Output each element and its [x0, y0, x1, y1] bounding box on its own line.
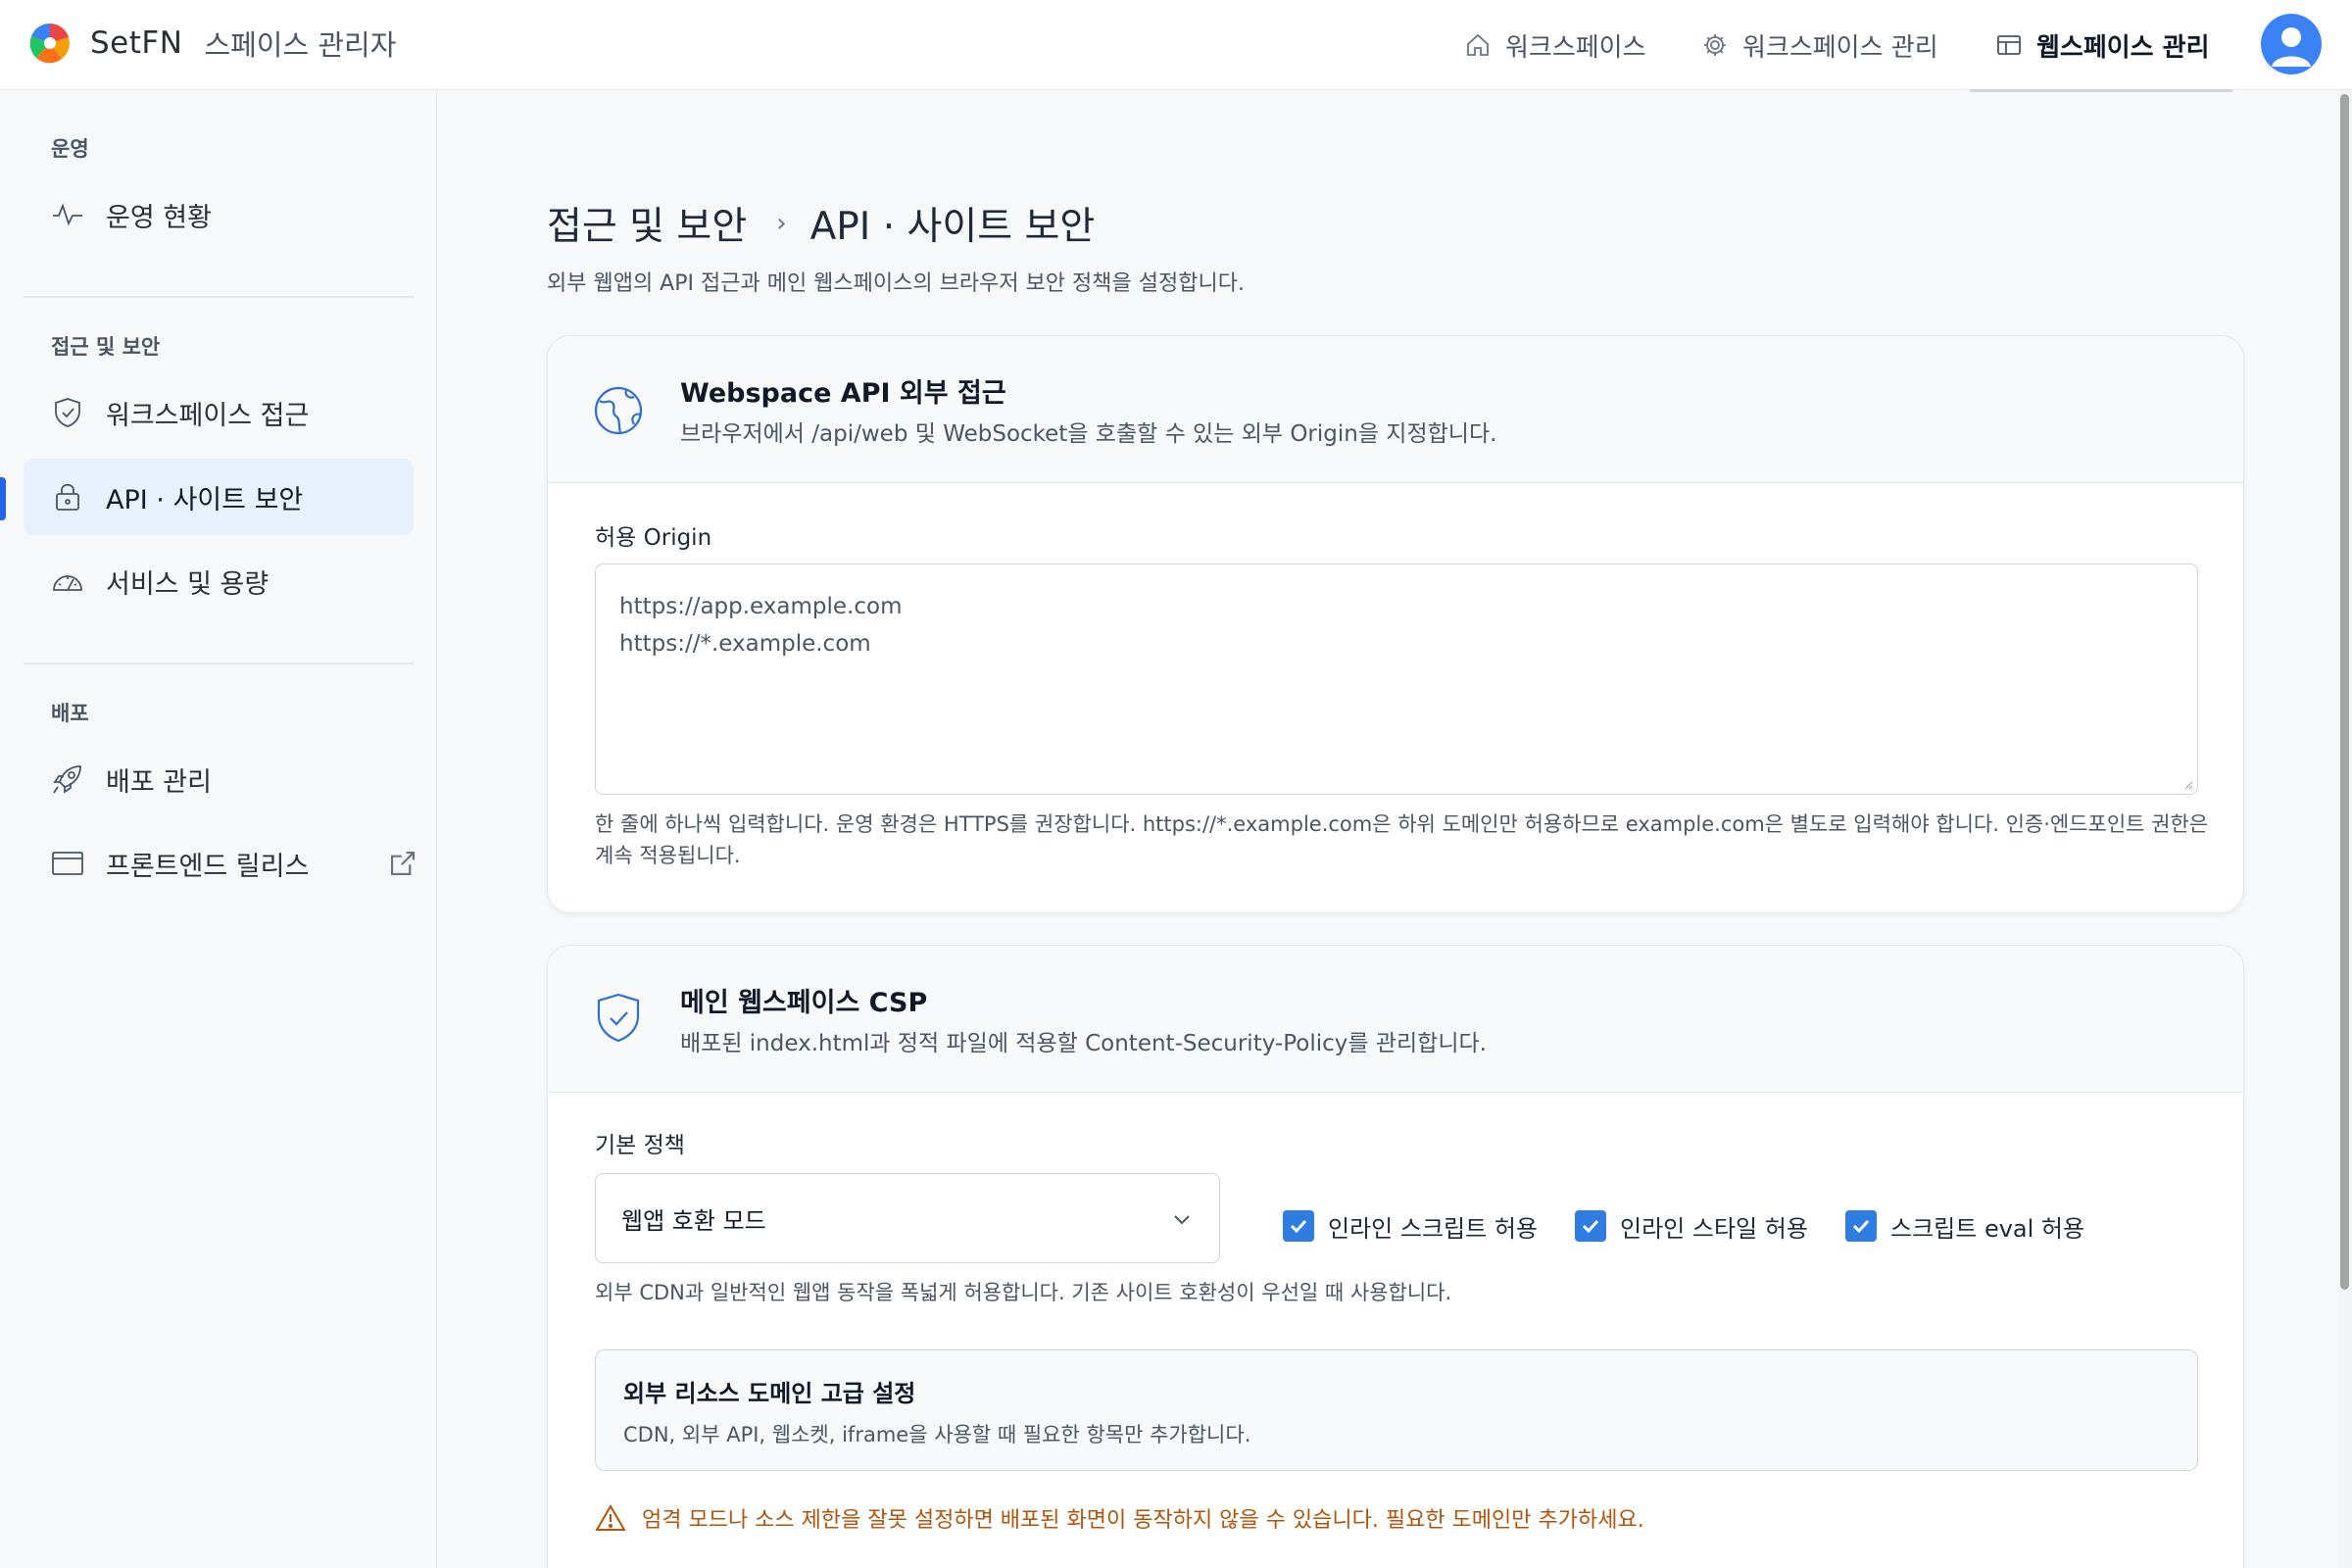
window-icon — [52, 852, 83, 875]
origin-line: https://*.example.com — [619, 631, 871, 657]
sidebar-item-label: 배포 관리 — [106, 766, 212, 798]
active-indicator — [0, 477, 6, 520]
resize-handle-icon[interactable] — [2183, 780, 2193, 790]
sidebar-item-label: 운영 현황 — [106, 202, 212, 233]
external-link-icon — [390, 851, 416, 876]
topnav-webspace-admin[interactable]: 웹스페이스 관리 — [1995, 22, 2210, 69]
checkbox-label: 인라인 스크립트 허용 — [1328, 1214, 1538, 1243]
csp-card: 메인 웹스페이스 CSP 배포된 index.html과 정적 파일에 적용할 … — [547, 945, 2244, 1568]
sidebar-item-label: API · 사이트 보안 — [106, 484, 304, 515]
topnav-label: 워크스페이스 관리 — [1742, 32, 1938, 63]
card-title: Webspace API 외부 접근 — [680, 378, 1006, 409]
card-header: Webspace API 외부 접근 브라우저에서 /api/web 및 Web… — [548, 336, 2243, 483]
brand-subtitle: 스페이스 관리자 — [204, 28, 397, 62]
topnav-label: 워크스페이스 — [1505, 32, 1646, 63]
topnav-workspace[interactable]: 워크스페이스 — [1464, 22, 1646, 69]
sidebar-section-title: 배포 — [51, 702, 89, 725]
check-icon — [1290, 1219, 1307, 1234]
checkbox-checked[interactable] — [1845, 1210, 1877, 1242]
sidebar-item-frontend-release[interactable]: 프론트엔드 릴리스 — [24, 825, 416, 902]
home-icon — [1467, 33, 1489, 56]
breadcrumb-current: API · 사이트 보안 — [809, 205, 1096, 249]
sidebar-item-services-capacity[interactable]: 서비스 및 용량 — [24, 543, 414, 619]
csp-warning: 엄격 모드나 소스 제한을 잘못 설정하면 배포된 화면이 동작하지 않을 수 … — [595, 1502, 1644, 1534]
sidebar-divider — [24, 662, 414, 664]
topnav-label: 웹스페이스 관리 — [2036, 32, 2210, 63]
sidebar-item-label: 워크스페이스 접근 — [106, 400, 310, 431]
script-eval-checkbox[interactable]: 스크립트 eval 허용 — [1845, 1208, 2084, 1244]
origin-line: https://app.example.com — [619, 594, 903, 619]
rocket-icon — [53, 765, 81, 794]
checkbox-checked[interactable] — [1283, 1210, 1314, 1242]
user-avatar[interactable] — [2261, 14, 2322, 74]
gauge-icon — [53, 575, 82, 591]
activity-icon — [53, 203, 82, 226]
checkbox-checked[interactable] — [1575, 1210, 1606, 1242]
card-description: 배포된 index.html과 정적 파일에 적용할 Content-Secur… — [680, 1031, 1487, 1056]
sidebar-item-operations-status[interactable]: 운영 현황 — [24, 176, 414, 253]
default-policy-select[interactable]: 웹앱 호환 모드 — [595, 1173, 1220, 1263]
warning-text: 엄격 모드나 소스 제한을 잘못 설정하면 배포된 화면이 동작하지 않을 수 … — [642, 1508, 1644, 1533]
shield-icon — [55, 398, 80, 427]
brand-name: SetFN — [90, 25, 183, 61]
sidebar-section-title: 운영 — [51, 137, 89, 161]
topnav-active-indicator — [1970, 89, 2232, 92]
breadcrumb: 접근 및 보안 › API · 사이트 보안 — [547, 196, 1095, 251]
advanced-domain-settings[interactable]: 외부 리소스 도메인 고급 설정 CDN, 외부 API, 웹소켓, ifram… — [595, 1349, 2198, 1471]
inline-style-checkbox[interactable]: 인라인 스타일 허용 — [1575, 1208, 1808, 1244]
brand[interactable]: SetFN 스페이스 관리자 — [27, 20, 396, 67]
allowed-origin-textarea[interactable]: https://app.example.com https://*.exampl… — [595, 564, 2198, 795]
sidebar-divider — [24, 296, 414, 298]
api-access-card: Webspace API 외부 접근 브라우저에서 /api/web 및 Web… — [547, 335, 2244, 913]
layout-icon — [1997, 35, 2021, 55]
warning-icon — [595, 1504, 626, 1531]
breadcrumb-parent[interactable]: 접근 및 보안 — [547, 196, 747, 251]
sidebar: 운영 운영 현황 접근 및 보안 워크스페이스 접근 API · 사이트 보안 … — [0, 90, 437, 1568]
policy-help-text: 외부 CDN과 일반적인 웹앱 동작을 폭넓게 허용합니다. 기존 사이트 호환… — [595, 1281, 1452, 1304]
gear-icon — [1704, 34, 1726, 56]
check-icon — [1582, 1219, 1599, 1234]
card-header: 메인 웹스페이스 CSP 배포된 index.html과 정적 파일에 적용할 … — [548, 946, 2243, 1093]
default-policy-label: 기본 정책 — [595, 1133, 685, 1158]
advanced-description: CDN, 외부 API, 웹소켓, iframe을 사용할 때 필요한 항목만 … — [623, 1423, 1251, 1446]
shield-check-icon — [597, 993, 640, 1043]
checkbox-label: 스크립트 eval 허용 — [1890, 1214, 2085, 1243]
topnav-workspace-admin[interactable]: 워크스페이스 관리 — [1701, 22, 1938, 69]
card-title: 메인 웹스페이스 CSP — [680, 988, 928, 1018]
inline-script-checkbox[interactable]: 인라인 스크립트 허용 — [1283, 1208, 1538, 1244]
sidebar-item-api-site-security[interactable]: API · 사이트 보안 — [24, 459, 414, 535]
origin-help-text: 한 줄에 하나씩 입력합니다. 운영 환경은 HTTPS를 권장합니다. htt… — [595, 812, 2209, 867]
sidebar-item-workspace-access[interactable]: 워크스페이스 접근 — [24, 374, 414, 451]
sidebar-section-title: 접근 및 보안 — [51, 335, 161, 359]
allowed-origin-label: 허용 Origin — [595, 525, 712, 551]
checkbox-label: 인라인 스타일 허용 — [1620, 1214, 1808, 1243]
user-icon — [2272, 27, 2311, 67]
page-description: 외부 웹앱의 API 접근과 메인 웹스페이스의 브라우저 보안 정책을 설정합… — [547, 271, 1245, 296]
lock-icon — [56, 483, 79, 511]
sidebar-item-label: 프론트엔드 릴리스 — [106, 851, 310, 882]
setfn-logo-icon — [29, 23, 70, 64]
globe-icon — [594, 386, 643, 435]
scrollbar-thumb[interactable] — [2340, 94, 2349, 1290]
check-icon — [1852, 1219, 1870, 1234]
top-bar: SetFN 스페이스 관리자 워크스페이스 워크스페이스 관리 웹스페이스 관리 — [0, 0, 2352, 92]
advanced-title: 외부 리소스 도메인 고급 설정 — [623, 1380, 916, 1407]
breadcrumb-separator: › — [776, 209, 787, 238]
sidebar-item-label: 서비스 및 용량 — [106, 568, 270, 600]
card-description: 브라우저에서 /api/web 및 WebSocket을 호출할 수 있는 외부… — [680, 421, 1497, 447]
select-value: 웹앱 호환 모드 — [621, 1206, 766, 1235]
sidebar-item-deploy-management[interactable]: 배포 관리 — [24, 741, 414, 817]
chevron-down-icon — [1174, 1215, 1190, 1225]
